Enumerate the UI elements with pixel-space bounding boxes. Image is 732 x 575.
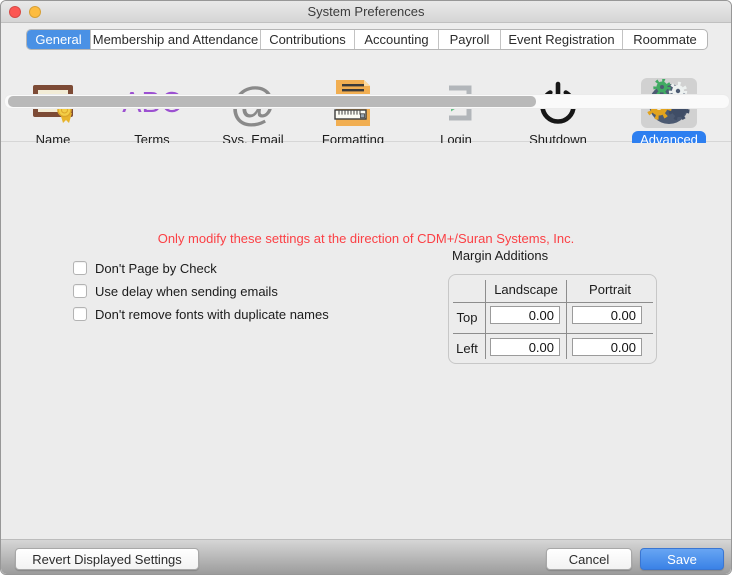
checkbox-row-dont-remove-fonts: Don't remove fonts with duplicate names <box>73 306 329 322</box>
input-top-landscape[interactable] <box>490 306 560 324</box>
column-header-landscape: Landscape <box>486 282 566 297</box>
toolbar-item-shutdown[interactable]: Shutdown <box>510 78 606 149</box>
toolbar-item-name[interactable]: Name <box>5 78 101 149</box>
preferences-header: General Membership and Attendance Contri… <box>1 23 731 142</box>
margin-additions-title: Margin Additions <box>452 248 548 263</box>
column-header-portrait: Portrait <box>567 282 653 297</box>
toolbar-scrollbar-thumb[interactable] <box>8 96 536 107</box>
toolbar-item-formatting[interactable]: Formatting <box>305 78 401 149</box>
cancel-button[interactable]: Cancel <box>546 548 632 570</box>
tab-payroll[interactable]: Payroll <box>439 30 501 49</box>
checkbox-dont-page-by-check[interactable] <box>73 261 87 275</box>
tab-general[interactable]: General <box>27 30 91 49</box>
tab-membership-and-attendance[interactable]: Membership and Attendance <box>91 30 261 49</box>
table-divider <box>453 333 653 334</box>
revert-displayed-settings-button[interactable]: Revert Displayed Settings <box>15 548 199 570</box>
input-top-portrait[interactable] <box>572 306 642 324</box>
row-label-left: Left <box>449 341 485 356</box>
toolbar-item-sys-email[interactable]: @ Sys. Email <box>205 78 301 149</box>
tab-event-registration[interactable]: Event Registration <box>501 30 623 49</box>
toolbar-scrollbar[interactable] <box>4 94 730 109</box>
table-divider <box>453 302 653 303</box>
toolbar-item-advanced[interactable]: Advanced <box>621 78 717 149</box>
checkbox-label: Use delay when sending emails <box>95 284 278 299</box>
margin-additions-group: Landscape Portrait Top Left <box>448 274 657 364</box>
window-title: System Preferences <box>1 1 731 22</box>
toolbar-item-terms[interactable]: ABC Terms <box>104 78 200 149</box>
checkbox-use-delay-emails[interactable] <box>73 284 87 298</box>
system-preferences-window: System Preferences General Membership an… <box>0 0 732 575</box>
close-button[interactable] <box>9 6 21 18</box>
checkbox-dont-remove-fonts[interactable] <box>73 307 87 321</box>
checkbox-row-dont-page-by-check: Don't Page by Check <box>73 260 217 276</box>
footer-bar: Revert Displayed Settings Cancel Save <box>1 539 731 574</box>
tab-accounting[interactable]: Accounting <box>355 30 439 49</box>
save-button[interactable]: Save <box>640 548 724 570</box>
minimize-button[interactable] <box>29 6 41 18</box>
input-left-landscape[interactable] <box>490 338 560 356</box>
checkbox-label: Don't remove fonts with duplicate names <box>95 307 329 322</box>
tab-contributions[interactable]: Contributions <box>261 30 355 49</box>
checkbox-row-use-delay-emails: Use delay when sending emails <box>73 283 278 299</box>
title-bar: System Preferences <box>1 1 731 23</box>
input-left-portrait[interactable] <box>572 338 642 356</box>
row-label-top: Top <box>449 310 485 325</box>
warning-text: Only modify these settings at the direct… <box>1 231 731 246</box>
toolbar-item-login[interactable]: Login <box>408 78 504 149</box>
settings-panel: Only modify these settings at the direct… <box>1 143 731 541</box>
tab-roommate[interactable]: Roommate <box>623 30 707 49</box>
preference-tabs: General Membership and Attendance Contri… <box>26 29 708 50</box>
checkbox-label: Don't Page by Check <box>95 261 217 276</box>
